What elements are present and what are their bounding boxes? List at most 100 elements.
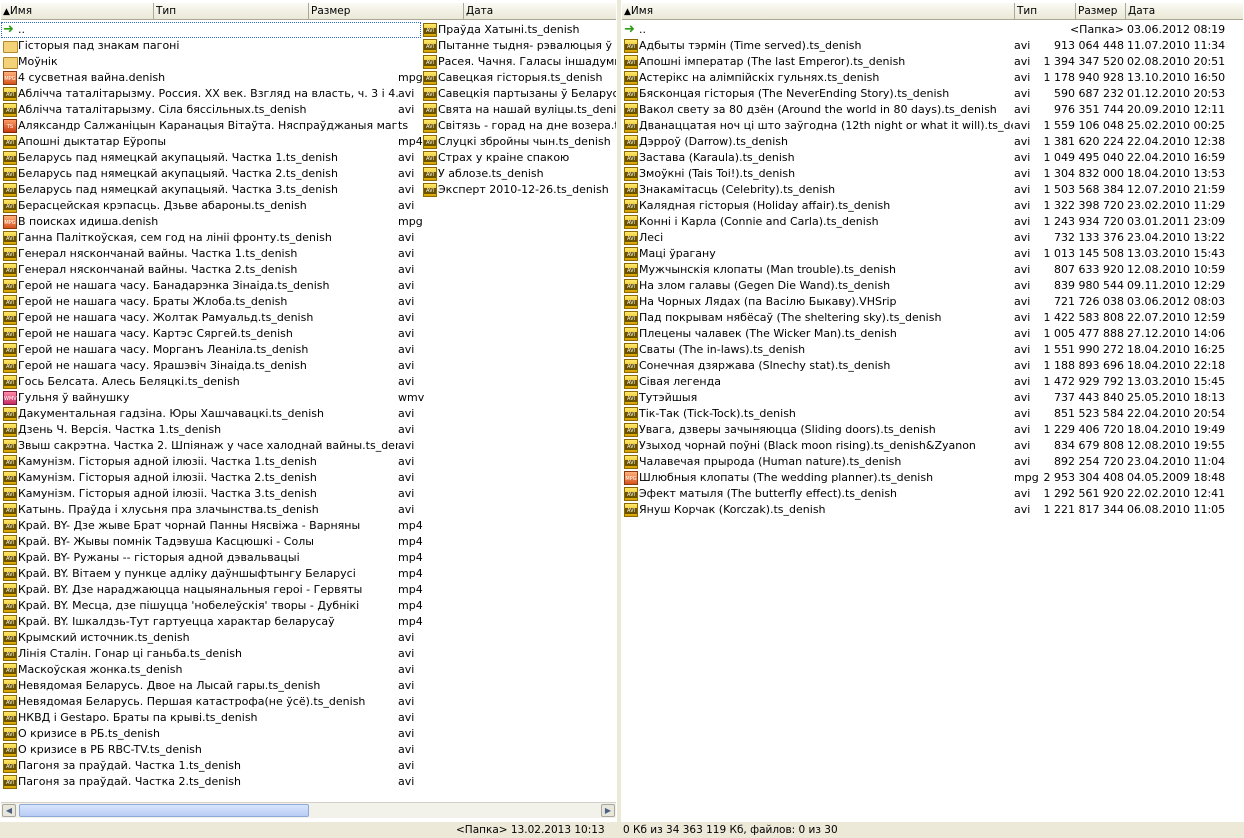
file-row[interactable]: Застава (Karaula).ts_denishavi1 049 495 … xyxy=(622,150,1242,166)
right-header-date[interactable]: Дата xyxy=(1126,3,1243,19)
file-row[interactable]: Гульня ў вайнушку wmv xyxy=(1,390,424,406)
file-row[interactable]: Герой не нашага часу. Жолтак Рамуальд.ts… xyxy=(1,310,421,326)
file-row[interactable]: Герой не нашага часу. Банадарэнка Зінаід… xyxy=(1,278,421,294)
file-row[interactable]: НКВД і Gestapo. Браты па крыві.ts_denish… xyxy=(1,710,421,726)
scroll-thumb[interactable] xyxy=(19,804,309,817)
file-row[interactable]: Дакументальная гадзіна. Юры Хашчавацкі.t… xyxy=(1,406,421,422)
file-row[interactable]: Край. BY. Месца, дзе пішуцца 'нобелеўскі… xyxy=(1,598,423,614)
file-row[interactable]: Эксперт 2010-12-26.ts_denish xyxy=(421,182,617,198)
file-row[interactable]: На Чорных Лядах (па Васілю Быкаву).VHSri… xyxy=(622,294,1242,310)
file-row[interactable]: Край. BY- Ружаны -- гісторыя адной дэвал… xyxy=(1,550,423,566)
scroll-left-icon[interactable]: ◀ xyxy=(2,804,16,817)
file-row[interactable]: Свята на нашай вуліцы.ts_denish xyxy=(421,102,617,118)
file-row[interactable]: Савецкая гісторыя.ts_denish xyxy=(421,70,617,86)
file-row[interactable]: Конні і Карла (Connie and Carla).ts_deni… xyxy=(622,214,1242,230)
file-row[interactable]: Слуцкі збройны чын.ts_denish xyxy=(421,134,617,150)
file-row[interactable]: Узыход чорнай поўні (Black moon rising).… xyxy=(622,438,1242,454)
file-row[interactable]: Катынь. Праўда і хлусьня пра злачынства.… xyxy=(1,502,421,518)
file-row[interactable]: Пытанне тыдня- рэвалюцыя ў Лівії xyxy=(421,38,617,54)
file-row[interactable]: Маці ўрагануavi1 013 145 50813.03.2010 1… xyxy=(622,246,1242,262)
file-row[interactable]: Дэрроў (Darrow).ts_denishavi1 381 620 22… xyxy=(622,134,1242,150)
file-row[interactable]: О кризисе в РБ RBC-TV.ts_denish avi xyxy=(1,742,421,758)
file-row[interactable]: Герой не нашага часу. Ярашэвіч Зінаіда.t… xyxy=(1,358,421,374)
file-row[interactable]: Край. BY. Ішкалдзь-Тут гартуецца характа… xyxy=(1,614,423,630)
file-row[interactable]: Край. BY. Дзе нараджаюцца нацыянальныя г… xyxy=(1,582,423,598)
left-file-panel[interactable]: ▲Имя Тип Размер Дата ➜.. Гісторыя пад зна… xyxy=(0,0,617,822)
file-row[interactable]: Крымский источник.ts_denish avi xyxy=(1,630,421,646)
file-row[interactable]: Край. BY- Дзе жыве Брат чорнай Панны Няс… xyxy=(1,518,423,534)
file-row[interactable]: Генерал няскончанай вайны. Частка 2.ts_d… xyxy=(1,262,421,278)
right-file-panel[interactable]: ▲Имя Тип Размер Дата ➜.. <Папка> 03.06.201… xyxy=(621,0,1244,822)
right-header-size[interactable]: Размер xyxy=(1076,3,1126,19)
file-row[interactable]: Апошні імператар (The last Emperor).ts_d… xyxy=(622,54,1242,70)
file-row[interactable]: В поисках идиша.denish mpg xyxy=(1,214,423,230)
file-row[interactable]: Калядная гісторыя (Holiday affair).ts_de… xyxy=(622,198,1242,214)
file-row[interactable]: Пад покрывам нябёсаў (The sheltering sky… xyxy=(622,310,1242,326)
file-row[interactable]: Абліччa таталітарызму. Россия. XX век. В… xyxy=(1,86,421,102)
file-row[interactable]: Пагоня за праўдай. Частка 2.ts_denish avi xyxy=(1,774,421,790)
left-header-date[interactable]: Дата xyxy=(464,3,616,19)
file-row[interactable]: Мужчынскія клопаты (Man trouble).ts_deni… xyxy=(622,262,1242,278)
file-row[interactable]: Беларусь пад нямецкай акупацыяй. Частка … xyxy=(1,182,421,198)
file-row[interactable]: Беларусь пад нямецкай акупацыяй. Частка … xyxy=(1,150,421,166)
file-row[interactable]: Тік-Так (Tick-Tock).ts_denishavi851 523 … xyxy=(622,406,1242,422)
file-row[interactable]: Дзень Ч. Версія. Частка 1.ts_denish avi xyxy=(1,422,421,438)
left-header-type[interactable]: Тип xyxy=(154,3,309,19)
file-row[interactable]: У аблозе.ts_denish xyxy=(421,166,617,182)
file-row[interactable]: Ганна Паліткоўская, сем год на лініі фро… xyxy=(1,230,421,246)
file-row[interactable]: Гісторыя пад знакам пагоні xyxy=(1,38,421,54)
file-row[interactable]: Гось Белсата. Алесь Беляцкі.ts_denish avi xyxy=(1,374,421,390)
file-row[interactable]: Астерікс на алімпійскіх гульнях.ts_denis… xyxy=(622,70,1242,86)
left-header-name[interactable]: ▲Имя xyxy=(1,3,154,19)
file-row[interactable]: Камунізм. Гісторыя адной ілюзіі. Частка … xyxy=(1,454,421,470)
file-row[interactable]: Дванаццатая ноч ці што заўгодна (12th ni… xyxy=(622,118,1242,134)
file-row[interactable]: Бясконцая гісторыя (The NeverEnding Stor… xyxy=(622,86,1242,102)
file-row[interactable]: Апошні дыктатар Еўропы mp4 xyxy=(1,134,423,150)
file-row[interactable]: 4 сусветная вайна.denish mpg xyxy=(1,70,423,86)
right-header-name[interactable]: ▲Имя xyxy=(622,3,1015,19)
file-row[interactable]: Герой не нашага часу. Морганъ Леаніла.ts… xyxy=(1,342,421,358)
left-horizontal-scrollbar[interactable]: ◀ ▶ xyxy=(1,802,616,818)
file-row[interactable]: Беларусь пад нямецкай акупацыяй. Частка … xyxy=(1,166,421,182)
file-row[interactable]: Расея. Чачня. Галасы іншадумцаў. xyxy=(421,54,617,70)
file-row[interactable]: Сонечная дзяржава (Slnechy stat).ts_deni… xyxy=(622,358,1242,374)
file-row[interactable]: Сваты (The in-laws).ts_denishavi1 551 99… xyxy=(622,342,1242,358)
file-row[interactable]: Януш Корчак (Korczak).ts_denishavi1 221 … xyxy=(622,502,1242,518)
file-row[interactable]: О кризисе в РБ.ts_denish avi xyxy=(1,726,421,742)
file-row[interactable]: Камунізм. Гісторыя адной ілюзіі. Частка … xyxy=(1,486,421,502)
file-row[interactable]: Вакол свету за 80 дзён (Around the world… xyxy=(622,102,1242,118)
file-row[interactable]: Знакамітасць (Celebrity).ts_denishavi1 5… xyxy=(622,182,1242,198)
file-row[interactable]: Аляксандр Салжаніцын Каранацыя Вітаўта. … xyxy=(1,118,421,134)
file-row[interactable]: Генерал няскончанай вайны. Частка 1.ts_d… xyxy=(1,246,421,262)
file-row[interactable]: Маскоўская жонка.ts_denish avi xyxy=(1,662,421,678)
file-row[interactable]: Чалавечая прырода (Human nature).ts_deni… xyxy=(622,454,1242,470)
file-row[interactable]: Лесіavi732 133 37623.04.2010 13:22 xyxy=(622,230,1242,246)
file-row[interactable]: Світязь - горад на дне возера.ts_d xyxy=(421,118,617,134)
file-row[interactable]: Край. BY. Вітаем у пункце адліку даўншыф… xyxy=(1,566,423,582)
file-row[interactable]: Савецкія партызаны ў Беларусі бы xyxy=(421,86,617,102)
file-row[interactable]: Шлюбныя клопаты (The wedding planner).ts… xyxy=(622,470,1242,486)
file-row[interactable]: Берасцейская крэпасць. Дзьве абароны.ts_… xyxy=(1,198,421,214)
file-row[interactable]: Адбыты тэрмін (Time served).ts_denishavi… xyxy=(622,38,1242,54)
file-row[interactable]: Змоўкні (Tais Toi!).ts_denishavi1 304 83… xyxy=(622,166,1242,182)
file-row[interactable]: Тутэйшыяavi737 443 84025.05.2010 18:13 xyxy=(622,390,1242,406)
file-row[interactable]: Край. BY- Жывы помнік Тадэвуша Касцюшкі … xyxy=(1,534,423,550)
file-row[interactable]: Увага, дзверы зачыняюцца (Sliding doors)… xyxy=(622,422,1242,438)
file-row[interactable]: Герой не нашага часу. Картэс Сяргей.ts_d… xyxy=(1,326,421,342)
file-row[interactable]: Звыш сакрэтна. Частка 2. Шпіянаж у часе … xyxy=(1,438,421,454)
file-row[interactable]: Моўнік xyxy=(1,54,421,70)
file-row[interactable]: На злом галавы (Gegen Die Wand).ts_denis… xyxy=(622,278,1242,294)
file-row[interactable]: Сівая легендаavi1 472 929 79213.03.2010 … xyxy=(622,374,1242,390)
parent-dir-row[interactable]: ➜.. <Папка> 03.06.2012 08:19 xyxy=(622,22,1242,38)
left-header-size[interactable]: Размер xyxy=(309,3,464,19)
right-header-type[interactable]: Тип xyxy=(1015,3,1076,19)
file-row[interactable]: Плецены чалавек (The Wicker Man).ts_deni… xyxy=(622,326,1242,342)
file-row[interactable]: Герой не нашага часу. Браты Жлоба.ts_den… xyxy=(1,294,421,310)
file-row[interactable]: Невядомая Беларусь. Першая катастрофа(не… xyxy=(1,694,421,710)
file-row[interactable]: Камунізм. Гісторыя адной ілюзіі. Частка … xyxy=(1,470,421,486)
file-row[interactable]: Страх у краіне спакою xyxy=(421,150,617,166)
file-row[interactable]: Пагоня за праўдай. Частка 1.ts_denish avi xyxy=(1,758,421,774)
file-row[interactable]: Праўда Хатыні.ts_denish xyxy=(421,22,617,38)
scroll-right-icon[interactable]: ▶ xyxy=(601,804,615,817)
parent-dir-row[interactable]: ➜.. xyxy=(1,22,421,38)
